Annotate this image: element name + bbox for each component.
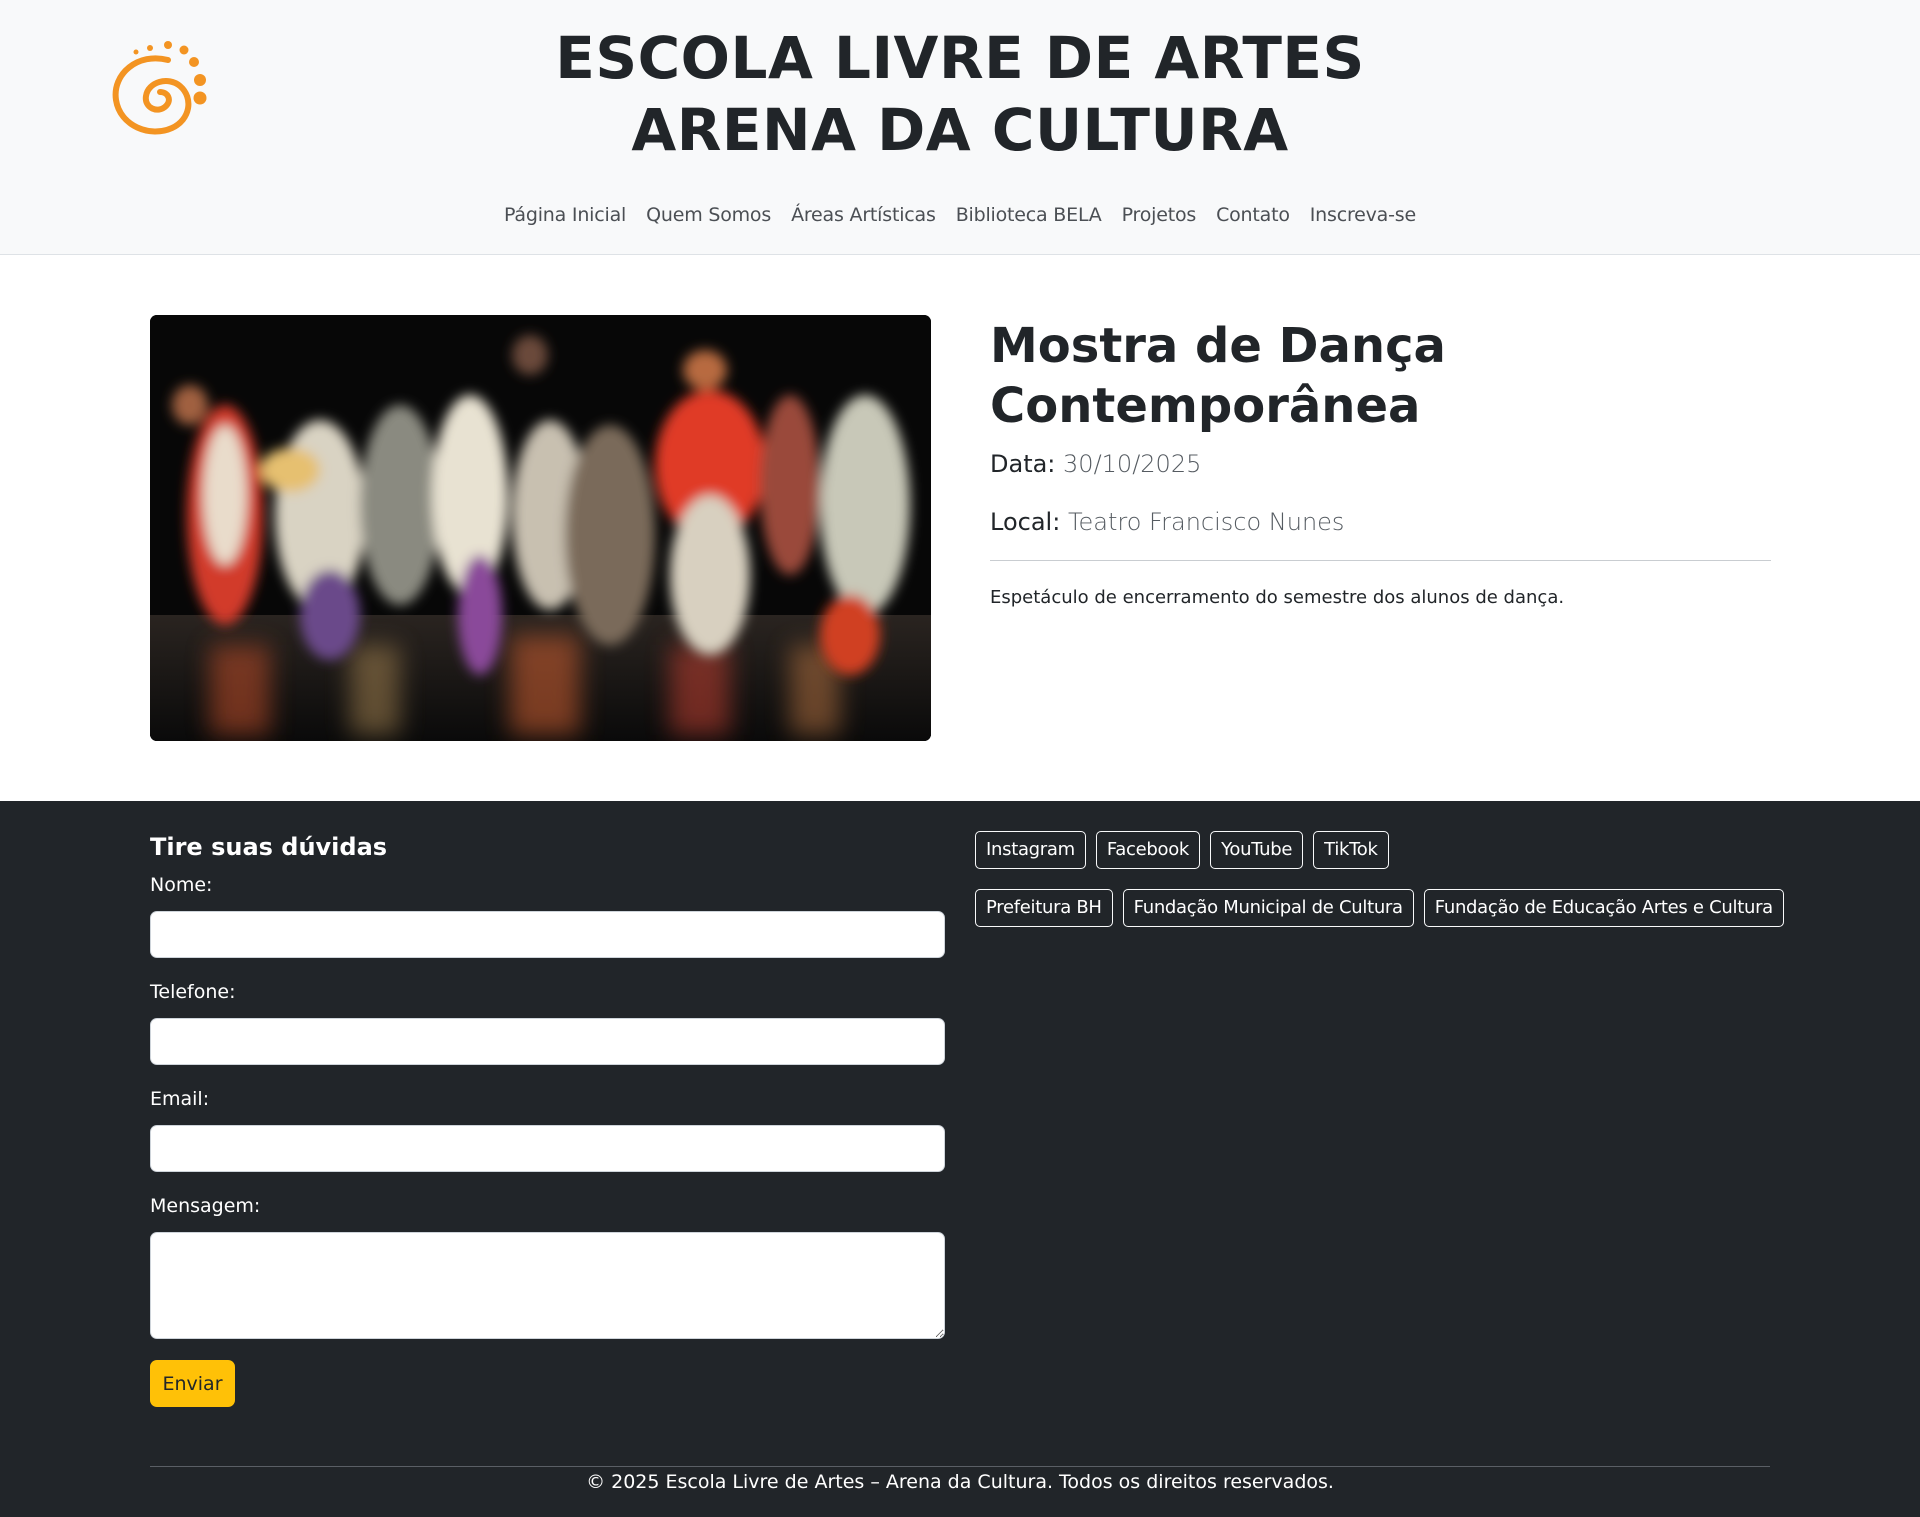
nav-item-projetos[interactable]: Projetos [1112, 204, 1206, 226]
tiktok-link[interactable]: TikTok [1313, 831, 1389, 869]
copyright-text: © 2025 Escola Livre de Artes – Arena da … [586, 1471, 1334, 1493]
site-title-line2: ARENA DA CULTURA [631, 96, 1289, 164]
contact-form-title: Tire suas dúvidas [150, 833, 388, 861]
site-title: ESCOLA LIVRE DE ARTES ARENA DA CULTURA [0, 22, 1920, 166]
fundacao-municipal-cultura-link[interactable]: Fundação Municipal de Cultura [1122, 889, 1414, 927]
social-links: Instagram Facebook YouTube TikTok [975, 831, 1389, 869]
email-label: Email: [150, 1088, 210, 1110]
facebook-link[interactable]: Facebook [1095, 831, 1201, 869]
message-textarea[interactable] [150, 1232, 945, 1339]
email-input[interactable] [150, 1125, 945, 1172]
youtube-link[interactable]: YouTube [1210, 831, 1304, 869]
event-location: Local: Teatro Francisco Nunes [990, 508, 1790, 536]
prefeitura-bh-link[interactable]: Prefeitura BH [975, 889, 1113, 927]
fundacao-educacao-artes-cultura-link[interactable]: Fundação de Educação Artes e Cultura [1423, 889, 1784, 927]
event-date-label: Data: [990, 450, 1056, 478]
instagram-link[interactable]: Instagram [975, 831, 1086, 869]
event-photo [150, 315, 931, 741]
event-date-value: 30/10/2025 [1063, 450, 1202, 478]
nav-item-inscreva-se[interactable]: Inscreva-se [1300, 204, 1426, 226]
message-label: Mensagem: [150, 1195, 261, 1217]
event-description: Espetáculo de encerramento do semestre d… [990, 587, 1565, 608]
event-divider [990, 560, 1771, 561]
site-header: ESCOLA LIVRE DE ARTES ARENA DA CULTURA P… [0, 0, 1920, 255]
name-label: Nome: [150, 874, 213, 896]
event-location-label: Local: [990, 508, 1061, 536]
phone-input[interactable] [150, 1018, 945, 1065]
nav-item-contato[interactable]: Contato [1206, 204, 1300, 226]
event-date: Data: 30/10/2025 [990, 450, 1790, 478]
site-footer: Tire suas dúvidas Nome: Telefone: Email:… [0, 801, 1920, 1517]
nav-item-biblioteca-bela[interactable]: Biblioteca BELA [946, 204, 1112, 226]
nav-item-areas-artisticas[interactable]: Áreas Artísticas [781, 204, 946, 226]
footer-divider [150, 1466, 1770, 1467]
site-title-line1: ESCOLA LIVRE DE ARTES [555, 24, 1365, 92]
event-title: Mostra de Dança Contemporânea [990, 318, 1446, 434]
nav-item-quem-somos[interactable]: Quem Somos [636, 204, 781, 226]
nav-item-pagina-inicial[interactable]: Página Inicial [494, 204, 636, 226]
name-input[interactable] [150, 911, 945, 958]
main-nav: Página Inicial Quem Somos Áreas Artístic… [0, 204, 1920, 226]
event-location-value: Teatro Francisco Nunes [1067, 508, 1345, 536]
partner-links: Prefeitura BH Fundação Municipal de Cult… [975, 889, 1784, 927]
phone-label: Telefone: [150, 981, 236, 1003]
submit-button[interactable]: Enviar [150, 1360, 235, 1407]
